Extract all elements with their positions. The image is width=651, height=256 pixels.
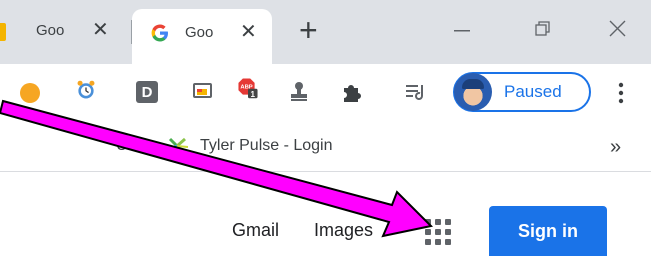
puzzle-extensions-icon[interactable] xyxy=(340,81,362,103)
bookmark-tyler-pulse[interactable]: Tyler Pulse - Login xyxy=(164,135,333,157)
tab-title: Goo xyxy=(185,24,214,41)
minimize-icon[interactable] xyxy=(454,30,470,32)
tab-strip: Goo ✕ Goo ✕ + xyxy=(0,0,651,64)
profile-status: Paused xyxy=(504,82,562,101)
gmail-link[interactable]: Gmail xyxy=(232,220,279,241)
adblock-badge: 1 xyxy=(251,90,256,99)
apps-grid-icon[interactable] xyxy=(425,219,451,245)
tab-title: Goo xyxy=(36,22,65,39)
close-tab-icon[interactable]: ✕ xyxy=(240,22,257,42)
adblock-extension[interactable]: ABP 1 xyxy=(237,77,259,99)
avatar xyxy=(454,73,492,111)
d-extension[interactable]: D xyxy=(136,81,158,103)
reading-list-icon[interactable] xyxy=(405,82,427,104)
bookmarks-overflow-button[interactable]: » xyxy=(610,136,621,159)
stamp-extension[interactable] xyxy=(288,80,310,102)
tab-inactive[interactable]: Goo ✕ xyxy=(0,9,130,55)
images-link[interactable]: Images xyxy=(314,220,373,241)
sign-in-button[interactable]: Sign in xyxy=(489,206,607,256)
google-icon xyxy=(151,24,168,42)
browser-toolbar: D ABP 1 Paused xyxy=(0,64,651,124)
bookmark-favicon xyxy=(0,23,6,41)
new-tab-button[interactable]: + xyxy=(299,14,318,46)
bookmark-label: Tyler Pulse - Login xyxy=(200,137,333,154)
close-icon[interactable] xyxy=(609,20,626,37)
tab-active[interactable]: Goo ✕ xyxy=(132,9,272,64)
bookmarks-bar: U Tyler Pulse - Login » xyxy=(0,124,651,172)
screencast-extension[interactable] xyxy=(192,81,214,103)
d-extension-letter: D xyxy=(141,83,153,101)
alarm-clock-extension[interactable] xyxy=(75,79,97,101)
page-content: Gmail Images Sign in xyxy=(0,172,651,256)
restore-icon[interactable] xyxy=(535,21,551,37)
close-tab-icon[interactable]: ✕ xyxy=(92,20,109,40)
bookmark-partial[interactable]: U xyxy=(116,137,128,155)
pinwheel-icon xyxy=(167,137,189,155)
more-menu-icon[interactable] xyxy=(618,81,624,105)
profile-paused-button[interactable]: Paused xyxy=(453,72,591,112)
orange-circle-extension[interactable] xyxy=(20,83,40,103)
